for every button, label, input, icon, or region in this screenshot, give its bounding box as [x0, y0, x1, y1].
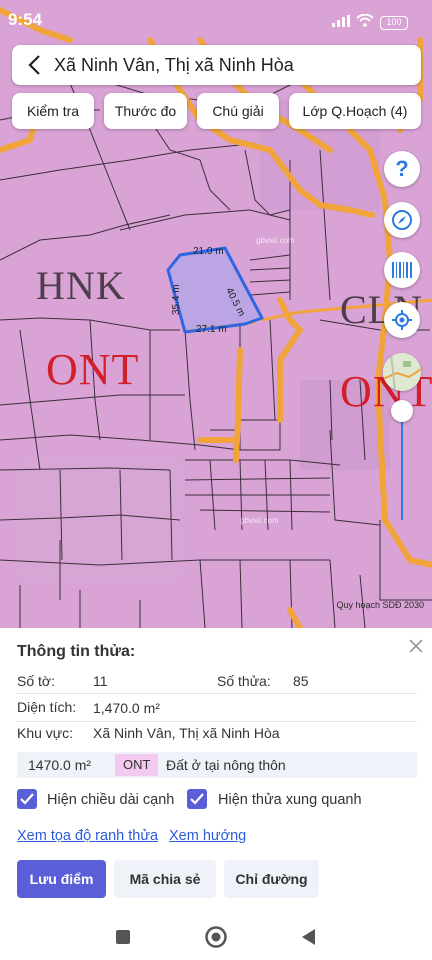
- home-button[interactable]: [203, 924, 229, 950]
- parcel-number-label: Số thửa:: [217, 673, 271, 689]
- region-value: Xã Ninh Vân, Thị xã Ninh Hòa: [93, 725, 280, 741]
- parcel-number-value: 85: [293, 673, 309, 689]
- region-label: Khu vực:: [17, 725, 74, 741]
- parcel-info-panel: Thông tin thửa: Số tờ: 11 Số thửa: 85 Di…: [0, 628, 432, 960]
- back-nav-button[interactable]: [296, 924, 322, 950]
- chevron-left-icon: [28, 55, 40, 75]
- home-circle-icon: [205, 926, 227, 948]
- legend-button[interactable]: Chú giải: [197, 93, 279, 129]
- zoom-slider-track[interactable]: [401, 412, 403, 520]
- area-label: Diện tích:: [17, 699, 77, 715]
- zone-label-hnk: HNK: [36, 263, 126, 308]
- share-code-button[interactable]: Mã chia sẻ: [114, 860, 216, 898]
- edge-length-left: 35.4 m: [171, 284, 182, 315]
- measure-button[interactable]: Thước đo: [104, 93, 187, 129]
- system-nav-bar: [0, 914, 432, 960]
- land-use-code-badge: ONT: [115, 754, 159, 776]
- zone-label-ont: ONT: [46, 345, 140, 394]
- map-watermark: gbviet.com: [240, 516, 279, 525]
- land-use-row: 1470.0 m² ONT Đất ở tại nông thôn: [17, 752, 417, 778]
- triangle-back-icon: [302, 929, 315, 945]
- sheet-label: Số tờ:: [17, 673, 55, 689]
- question-icon: ?: [395, 156, 409, 181]
- compass-button[interactable]: [384, 202, 420, 238]
- divider: [17, 721, 417, 722]
- wifi-icon: [356, 13, 374, 32]
- show-neighbors-label[interactable]: Hiện thửa xung quanh: [218, 792, 362, 808]
- checkmark-icon: [190, 793, 204, 805]
- show-edges-label[interactable]: Hiện chiều dài cạnh: [47, 792, 174, 808]
- area-value: 1,470.0 m²: [93, 700, 160, 716]
- battery-icon: 100: [380, 16, 408, 30]
- square-icon: [116, 930, 130, 944]
- basemap-button[interactable]: [383, 353, 421, 391]
- map-watermark: gbviet.com: [256, 236, 295, 245]
- map-credit: Quy hoạch SDĐ 2030: [336, 600, 424, 610]
- back-button[interactable]: [16, 45, 52, 85]
- edge-length-top: 21.0 m: [193, 246, 224, 257]
- divider: [17, 693, 417, 694]
- checkmark-icon: [20, 793, 34, 805]
- edge-length-bottom: 27.1 m: [196, 324, 227, 335]
- show-neighbors-checkbox[interactable]: [187, 789, 207, 809]
- compass-icon: [392, 210, 412, 230]
- land-use-area: 1470.0 m²: [28, 757, 92, 773]
- crosshair-icon: [392, 310, 412, 330]
- recents-button[interactable]: [110, 924, 136, 950]
- planning-layer-button[interactable]: Lớp Q.Hoạch (4): [289, 93, 421, 129]
- status-time: 9:54: [8, 10, 43, 29]
- close-button[interactable]: [406, 636, 426, 656]
- location-bar[interactable]: Xã Ninh Vân, Thị xã Ninh Hòa: [12, 45, 421, 85]
- directions-button[interactable]: Chỉ đường: [224, 860, 319, 898]
- view-direction-link[interactable]: Xem hướng: [169, 828, 246, 844]
- check-button[interactable]: Kiểm tra: [12, 93, 94, 129]
- zoom-slider-thumb[interactable]: [391, 400, 413, 422]
- panel-title: Thông tin thửa:: [17, 643, 136, 660]
- status-bar: 9:54 100: [0, 0, 432, 40]
- show-edges-checkbox[interactable]: [17, 789, 37, 809]
- signal-icon: [332, 14, 350, 32]
- close-icon: [409, 639, 423, 653]
- map-thumbnail: [383, 353, 421, 391]
- save-point-button[interactable]: Lưu điểm: [17, 860, 106, 898]
- barcode-button[interactable]: [384, 252, 420, 288]
- barcode-icon: [392, 262, 412, 278]
- land-use-description: Đất ở tại nông thôn: [166, 757, 286, 773]
- view-coordinates-link[interactable]: Xem tọa độ ranh thửa: [17, 828, 158, 844]
- help-button[interactable]: ?: [384, 151, 420, 187]
- location-title: Xã Ninh Vân, Thị xã Ninh Hòa: [54, 54, 294, 75]
- locate-button[interactable]: [384, 302, 420, 338]
- sheet-value: 11: [93, 673, 108, 689]
